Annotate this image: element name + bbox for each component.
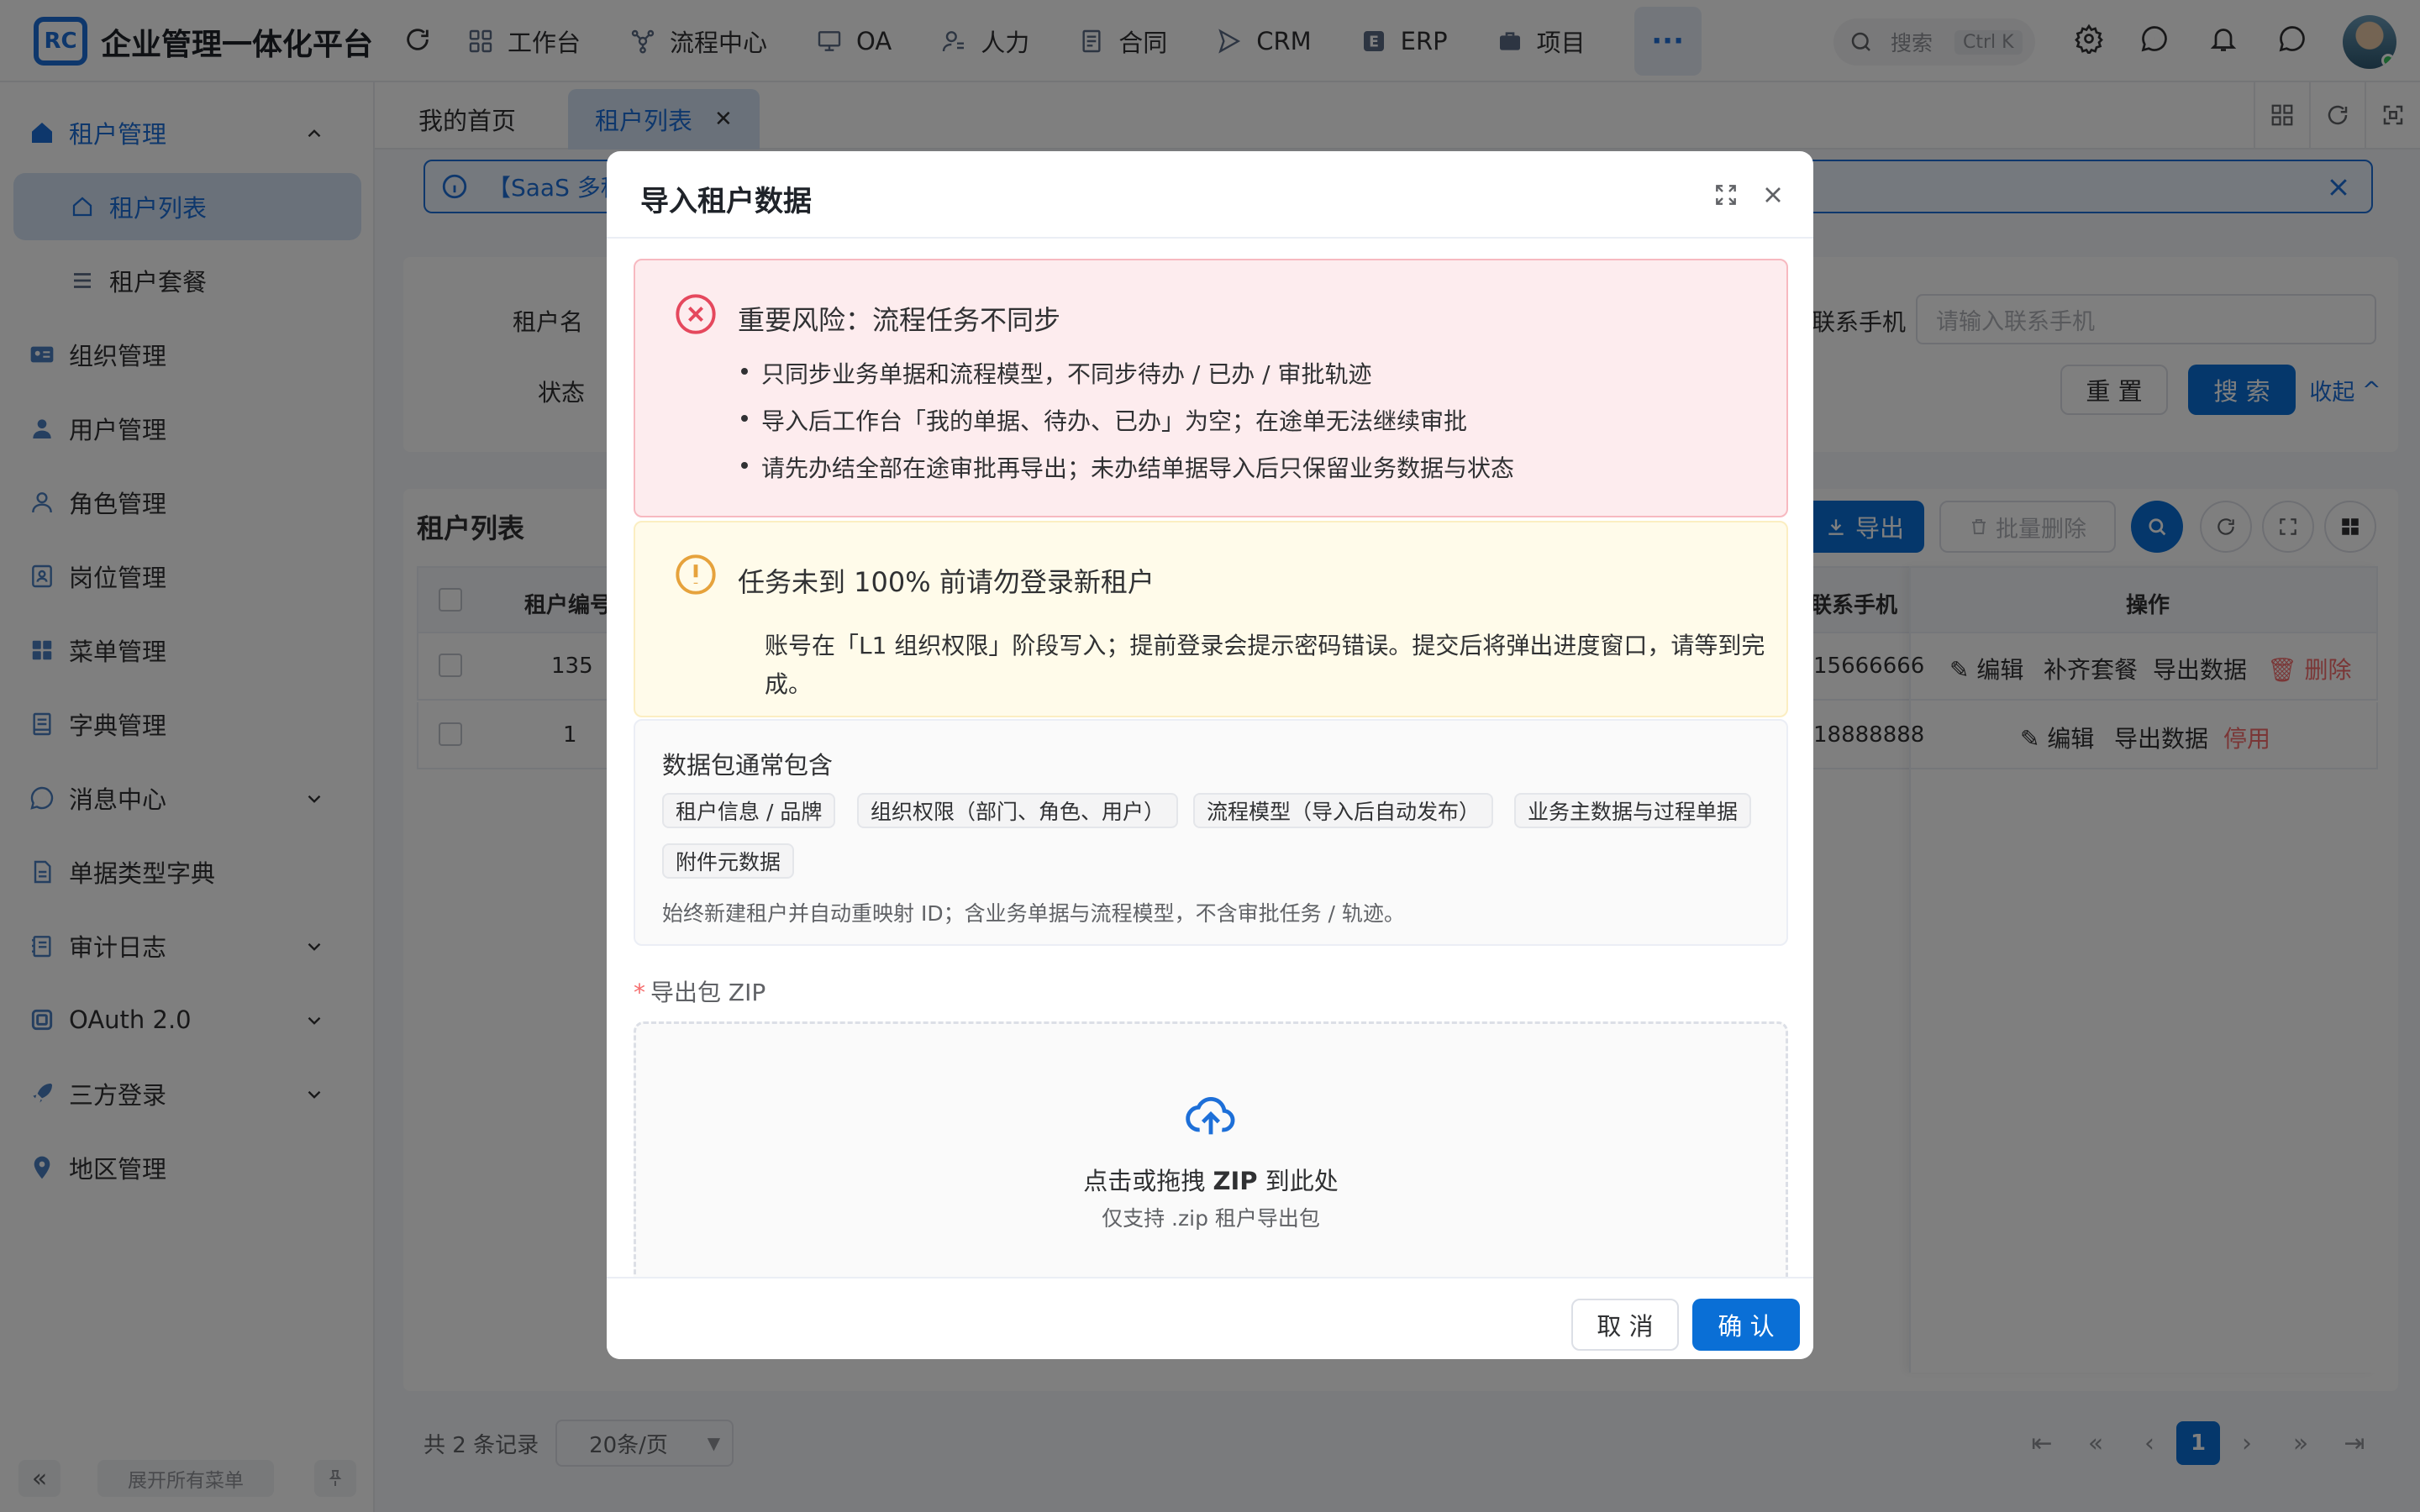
- warning-alert-title: 任务未到 100% 前请勿登录新租户: [738, 566, 1155, 598]
- dropzone-text-prefix: 点击或拖拽: [1083, 1167, 1213, 1195]
- cancel-button[interactable]: 取 消: [1571, 1299, 1679, 1351]
- confirm-button[interactable]: 确 认: [1692, 1299, 1800, 1351]
- dropzone-sub-text: 仅支持 .zip 租户导出包: [1102, 1206, 1320, 1231]
- risk-bullet: 只同步业务单据和流程模型，不同步待办 / 已办 / 审批轨迹: [740, 356, 1371, 390]
- warning-circle-icon: [674, 553, 718, 596]
- confirm-label: 确 认: [1718, 1312, 1775, 1341]
- zip-field-label: * 导出包 ZIP: [634, 974, 765, 1008]
- close-icon[interactable]: [1760, 181, 1786, 208]
- dropzone-main-text: 点击或拖拽 ZIP 到此处: [636, 1162, 1786, 1197]
- zip-upload-dropzone[interactable]: 点击或拖拽 ZIP 到此处 仅支持 .zip 租户导出包: [634, 1021, 1788, 1299]
- package-chip: 租户信息 / 品牌: [662, 793, 836, 828]
- required-asterisk: *: [634, 979, 645, 1006]
- cloud-upload-icon: [1184, 1089, 1238, 1143]
- dialog-header-divider: [607, 237, 1813, 239]
- cancel-label: 取 消: [1597, 1312, 1654, 1341]
- risk-bullet: 请先办结全部在途审批再导出；未办结单据导入后只保留业务数据与状态: [740, 450, 1514, 484]
- package-contents-box: 数据包通常包含 租户信息 / 品牌 组织权限（部门、角色、用户） 流程模型（导入…: [634, 719, 1788, 946]
- package-chip: 业务主数据与过程单据: [1514, 793, 1752, 828]
- import-tenant-dialog: 导入租户数据 重要风险：流程任务不同步 只同步业务单据和流程模型，不同步待办 /…: [607, 151, 1813, 1359]
- maximize-icon[interactable]: [1712, 181, 1739, 208]
- package-chip: 组织权限（部门、角色、用户）: [857, 793, 1179, 828]
- dropzone-text-zip: ZIP: [1213, 1167, 1258, 1195]
- zip-label-text: 导出包 ZIP: [650, 979, 766, 1006]
- risk-alert: 重要风险：流程任务不同步 只同步业务单据和流程模型，不同步待办 / 已办 / 审…: [634, 259, 1788, 517]
- warning-alert-body: 账号在「L1 组织权限」阶段写入；提前登录会提示密码错误。提交后将弹出进度窗口，…: [765, 632, 1765, 698]
- package-note: 始终新建租户并自动重映射 ID；含业务单据与流程模型，不含审批任务 / 轨迹。: [662, 901, 1405, 926]
- error-circle-icon: [674, 292, 718, 336]
- login-warning-alert: 任务未到 100% 前请勿登录新租户 账号在「L1 组织权限」阶段写入；提前登录…: [634, 521, 1788, 717]
- package-chip: 流程模型（导入后自动发布）: [1193, 793, 1494, 828]
- dialog-title: 导入租户数据: [640, 185, 812, 218]
- dialog-footer: 取 消 确 认: [607, 1278, 1813, 1359]
- risk-bullet: 导入后工作台「我的单据、待办、已办」为空；在途单无法继续审批: [740, 403, 1467, 437]
- dropzone-text-suffix: 到此处: [1257, 1167, 1339, 1195]
- package-chip: 附件元数据: [662, 843, 795, 879]
- risk-alert-title: 重要风险：流程任务不同步: [738, 304, 1061, 336]
- package-title: 数据包通常包含: [662, 751, 834, 780]
